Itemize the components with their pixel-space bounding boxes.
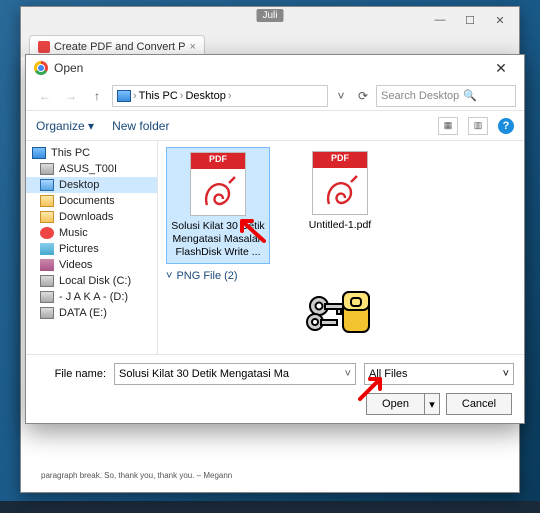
close-button[interactable]: ✕ [485, 10, 515, 30]
folder-icon [40, 195, 54, 207]
page-text-line: paragraph break. So, thank you, thank yo… [41, 471, 499, 480]
file-name: Untitled-1.pdf [292, 219, 388, 232]
pictures-icon [40, 243, 54, 255]
breadcrumb[interactable]: › This PC › Desktop › [112, 85, 328, 107]
dialog-nav: ← → ↑ › This PC › Desktop › ˅ ⟳ Search D… [26, 81, 524, 111]
tree-item[interactable]: - J A K A - (D:) [26, 289, 157, 305]
videos-icon [40, 259, 54, 271]
file-item[interactable]: Untitled-1.pdf [288, 147, 392, 264]
filename-input[interactable]: Solusi Kilat 30 Detik Mengatasi Ma ˅ [114, 363, 356, 385]
filename-label: File name: [36, 368, 106, 380]
tab-favicon [38, 41, 50, 53]
chevron-down-icon[interactable]: ˅ [503, 368, 509, 380]
dialog-close-button[interactable]: ✕ [486, 60, 516, 77]
minimize-button[interactable]: — [425, 10, 455, 30]
tab-title: Create PDF and Convert P [54, 41, 185, 53]
tree-item[interactable]: Documents [26, 193, 157, 209]
chrome-icon [34, 61, 48, 75]
tree-item[interactable]: Downloads [26, 209, 157, 225]
pc-icon [117, 90, 131, 102]
desktop-icon [40, 179, 54, 191]
group-header[interactable]: ˅ PNG File (2) [166, 270, 516, 282]
organize-menu[interactable]: Organize ▾ [36, 119, 94, 133]
tree-item[interactable]: ASUS_T00I [26, 161, 157, 177]
titlebar-pill: Juli [256, 9, 283, 22]
cancel-button[interactable]: Cancel [446, 393, 512, 415]
tree-item[interactable]: Videos [26, 257, 157, 273]
chevron-right-icon: › [180, 90, 184, 102]
refresh-button[interactable]: ⟳ [354, 89, 372, 103]
chevron-down-icon[interactable]: ˅ [345, 368, 351, 380]
folder-icon [40, 211, 54, 223]
file-list[interactable]: Solusi Kilat 30 Detik Mengatasi Masalah … [158, 141, 524, 354]
tree-item-this-pc[interactable]: This PC [26, 145, 157, 161]
preview-pane-button[interactable]: ▥ [468, 117, 488, 135]
open-file-dialog: Open ✕ ← → ↑ › This PC › Desktop › ˅ ⟳ S… [25, 54, 525, 424]
maximize-button[interactable]: ☐ [455, 10, 485, 30]
tree-item[interactable]: Music [26, 225, 157, 241]
png-thumbnail[interactable] [301, 286, 381, 342]
new-folder-button[interactable]: New folder [112, 119, 169, 133]
breadcrumb-dropdown[interactable]: ˅ [332, 89, 350, 103]
device-icon [40, 163, 54, 175]
tree-item-desktop[interactable]: Desktop [26, 177, 157, 193]
search-placeholder: Search Desktop [381, 90, 459, 102]
tree-item[interactable]: DATA (E:) [26, 305, 157, 321]
nav-up-button[interactable]: ↑ [86, 85, 108, 107]
breadcrumb-folder[interactable]: Desktop [185, 90, 225, 102]
nav-back-button[interactable]: ← [34, 85, 56, 107]
nav-forward-button[interactable]: → [60, 85, 82, 107]
view-mode-button[interactable]: ▦ [438, 117, 458, 135]
file-type-filter[interactable]: All Files ˅ [364, 363, 514, 385]
dialog-toolbar: Organize ▾ New folder ▦ ▥ ? [26, 111, 524, 141]
open-button[interactable]: Open [366, 393, 424, 415]
dialog-titlebar: Open ✕ [26, 55, 524, 81]
music-icon [40, 227, 54, 239]
tree-item[interactable]: Local Disk (C:) [26, 273, 157, 289]
tab-close-icon[interactable]: × [189, 41, 195, 53]
drive-icon [40, 291, 54, 303]
taskbar[interactable] [0, 501, 540, 513]
help-icon[interactable]: ? [498, 118, 514, 134]
breadcrumb-root[interactable]: This PC [139, 90, 178, 102]
pdf-icon [190, 152, 246, 216]
tree-item[interactable]: Pictures [26, 241, 157, 257]
file-item[interactable]: Solusi Kilat 30 Detik Mengatasi Masalah … [166, 147, 270, 264]
drive-icon [40, 275, 54, 287]
chevron-down-icon: ˅ [166, 270, 172, 282]
search-input[interactable]: Search Desktop 🔍 [376, 85, 516, 107]
pc-icon [32, 147, 46, 159]
chevron-down-icon: ▾ [88, 119, 94, 133]
file-name: Solusi Kilat 30 Detik Mengatasi Masalah … [171, 220, 265, 259]
open-button-dropdown[interactable]: ▾ [424, 393, 440, 415]
pdf-icon [312, 151, 368, 215]
search-icon: 🔍 [463, 89, 477, 102]
drive-icon [40, 307, 54, 319]
chevron-right-icon: › [133, 90, 137, 102]
dialog-footer: File name: Solusi Kilat 30 Detik Mengata… [26, 354, 524, 423]
chevron-right-icon: › [228, 90, 232, 102]
folder-tree[interactable]: This PC ASUS_T00I Desktop Documents Down… [26, 141, 158, 354]
dialog-title: Open [54, 61, 83, 75]
